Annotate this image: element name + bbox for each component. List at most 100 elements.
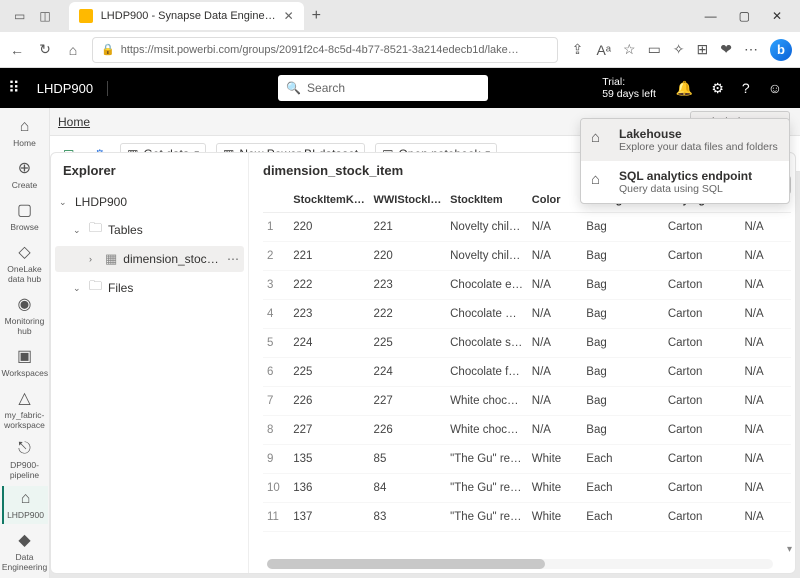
cell: 2 <box>263 242 289 271</box>
table-row[interactable]: 7226227White choc…N/ABagCartonN/A <box>263 387 791 416</box>
cell: "The Gu" re… <box>446 474 528 503</box>
table-row[interactable]: 1113783"The Gu" re…WhiteEachCartonN/A <box>263 503 791 532</box>
leftrail-item[interactable]: △my_fabric-workspace <box>2 384 48 434</box>
share-icon[interactable]: ⇪ <box>568 41 586 58</box>
column-header[interactable]: StockItemK… <box>289 188 369 213</box>
cell: 9 <box>263 445 289 474</box>
trial-days: 59 days left <box>602 88 656 100</box>
cell: Carton <box>664 474 741 503</box>
horizontal-scrollbar[interactable] <box>267 559 773 569</box>
column-header[interactable]: WWIStockI… <box>370 188 447 213</box>
table-row[interactable]: 1013684"The Gu" re…WhiteEachCartonN/A <box>263 474 791 503</box>
cell: Bag <box>582 271 664 300</box>
feedback-icon[interactable]: ☺ <box>768 80 782 97</box>
breadcrumb-home[interactable]: Home <box>58 115 90 129</box>
table-row[interactable]: 2221220Novelty chil…N/ABagCartonN/A <box>263 242 791 271</box>
leftrail-item[interactable]: ⎋DP900-pipeline <box>2 436 48 484</box>
table-row[interactable]: 1220221Novelty chil…N/ABagCartonN/A <box>263 213 791 242</box>
column-header[interactable]: StockItem <box>446 188 528 213</box>
cell: N/A <box>740 271 791 300</box>
refresh-icon[interactable]: ↻ <box>36 41 54 58</box>
cell: 222 <box>289 271 369 300</box>
leftrail-item[interactable]: ▣Workspaces <box>2 342 48 382</box>
cell: Carton <box>664 329 741 358</box>
cell: Chocolate f… <box>446 358 528 387</box>
leftrail-item[interactable]: ⊕Create <box>2 154 48 194</box>
tree-root[interactable]: ⌄ LHDP900 <box>55 190 244 214</box>
leftrail-item[interactable]: ⌂LHDP900 <box>2 486 48 524</box>
tree-files[interactable]: ⌄ 🗀 Files <box>55 272 244 304</box>
table-row[interactable]: 913585"The Gu" re…WhiteEachCartonN/A <box>263 445 791 474</box>
column-header[interactable] <box>263 188 289 213</box>
maximize-icon[interactable]: ▢ <box>739 9 750 23</box>
bing-chat-icon[interactable]: b <box>770 39 792 61</box>
cell: Bag <box>582 387 664 416</box>
table-row[interactable]: 8227226White choc…N/ABagCartonN/A <box>263 416 791 445</box>
menu-option-sql-endpoint[interactable]: ⌂ SQL analytics endpoint Query data usin… <box>581 161 789 203</box>
rail-icon: ⌂ <box>2 118 48 136</box>
url-box[interactable]: 🔒 https://msit.powerbi.com/groups/2091f2… <box>92 37 558 63</box>
read-aloud-icon[interactable]: Aᵃ <box>596 42 611 58</box>
address-bar: ← ↻ ⌂ 🔒 https://msit.powerbi.com/groups/… <box>0 32 800 68</box>
tab-list-icon[interactable]: ◫ <box>39 9 50 23</box>
search-box[interactable]: 🔍 Search <box>278 75 488 101</box>
cell: 224 <box>289 329 369 358</box>
cell: 6 <box>263 358 289 387</box>
cell: N/A <box>528 358 583 387</box>
table-row[interactable]: 5224225Chocolate s…N/ABagCartonN/A <box>263 329 791 358</box>
addon-icon[interactable]: ⊞ <box>697 41 709 58</box>
cell: 7 <box>263 387 289 416</box>
leftrail-item[interactable]: ◆Data Engineering <box>2 526 48 576</box>
wallet-icon[interactable]: ❤ <box>720 41 732 58</box>
close-tab-icon[interactable]: ✕ <box>284 9 294 23</box>
explorer-title: Explorer <box>51 153 248 188</box>
chevron-down-icon[interactable]: ⌄ <box>59 197 69 208</box>
home-icon[interactable]: ⌂ <box>64 42 82 58</box>
more-icon[interactable]: ⋯ <box>227 252 240 266</box>
extensions-icon[interactable]: ✧ <box>673 41 685 58</box>
tree-tables[interactable]: ⌄ 🗀 Tables <box>55 214 244 246</box>
leftrail-item[interactable]: ⌂Home <box>2 114 48 152</box>
chevron-down-icon[interactable]: ⌄ <box>73 225 83 236</box>
cell: Carton <box>664 213 741 242</box>
tab-overview-icon[interactable]: ▭ <box>14 9 25 23</box>
cell: Novelty chil… <box>446 242 528 271</box>
table-panel: dimension_stock_item StockItemK…WWIStock… <box>249 153 795 573</box>
leftrail-item[interactable]: ▢Browse <box>2 196 48 236</box>
cell: N/A <box>528 387 583 416</box>
leftrail-item[interactable]: ◇OneLake data hub <box>2 238 48 288</box>
cell: Bag <box>582 358 664 387</box>
cell: Chocolate s… <box>446 329 528 358</box>
app-launcher-icon[interactable]: ⠿ <box>8 78 21 98</box>
more-icon[interactable]: ⋯ <box>744 41 758 58</box>
table-row[interactable]: 3222223Chocolate e…N/ABagCartonN/A <box>263 271 791 300</box>
back-icon[interactable]: ← <box>8 42 26 58</box>
cell: Carton <box>664 358 741 387</box>
chevron-down-icon[interactable]: ⌄ <box>73 283 83 294</box>
leftrail-item[interactable]: ◉Monitoring hub <box>2 290 48 340</box>
minimize-icon[interactable]: — <box>705 9 717 23</box>
scroll-down-icon[interactable]: ▾ <box>787 544 792 555</box>
column-header[interactable]: Color <box>528 188 583 213</box>
tree-table-item[interactable]: › ▦ dimension_stock_it… ⋯ <box>55 246 244 272</box>
cell: Carton <box>664 416 741 445</box>
close-window-icon[interactable]: ✕ <box>772 9 782 23</box>
cell: 225 <box>289 358 369 387</box>
settings-icon[interactable]: ⚙ <box>711 80 724 97</box>
help-icon[interactable]: ? <box>742 80 750 97</box>
cell: 227 <box>370 387 447 416</box>
favorite-icon[interactable]: ☆ <box>623 41 636 58</box>
collections-icon[interactable]: ▭ <box>648 41 661 58</box>
trial-label: Trial: <box>602 76 656 88</box>
cell: N/A <box>740 387 791 416</box>
new-tab-button[interactable]: + <box>312 7 321 25</box>
cell: N/A <box>740 213 791 242</box>
cell: 8 <box>263 416 289 445</box>
table-row[interactable]: 6225224Chocolate f…N/ABagCartonN/A <box>263 358 791 387</box>
table-row[interactable]: 4223222Chocolate …N/ABagCartonN/A <box>263 300 791 329</box>
notifications-icon[interactable]: 🔔 <box>676 80 693 97</box>
chevron-right-icon[interactable]: › <box>89 254 99 264</box>
browser-tab[interactable]: LHDP900 - Synapse Data Engine… ✕ <box>69 2 304 30</box>
menu-option-lakehouse[interactable]: ⌂ Lakehouse Explore your data files and … <box>581 119 789 161</box>
cell: Each <box>582 445 664 474</box>
